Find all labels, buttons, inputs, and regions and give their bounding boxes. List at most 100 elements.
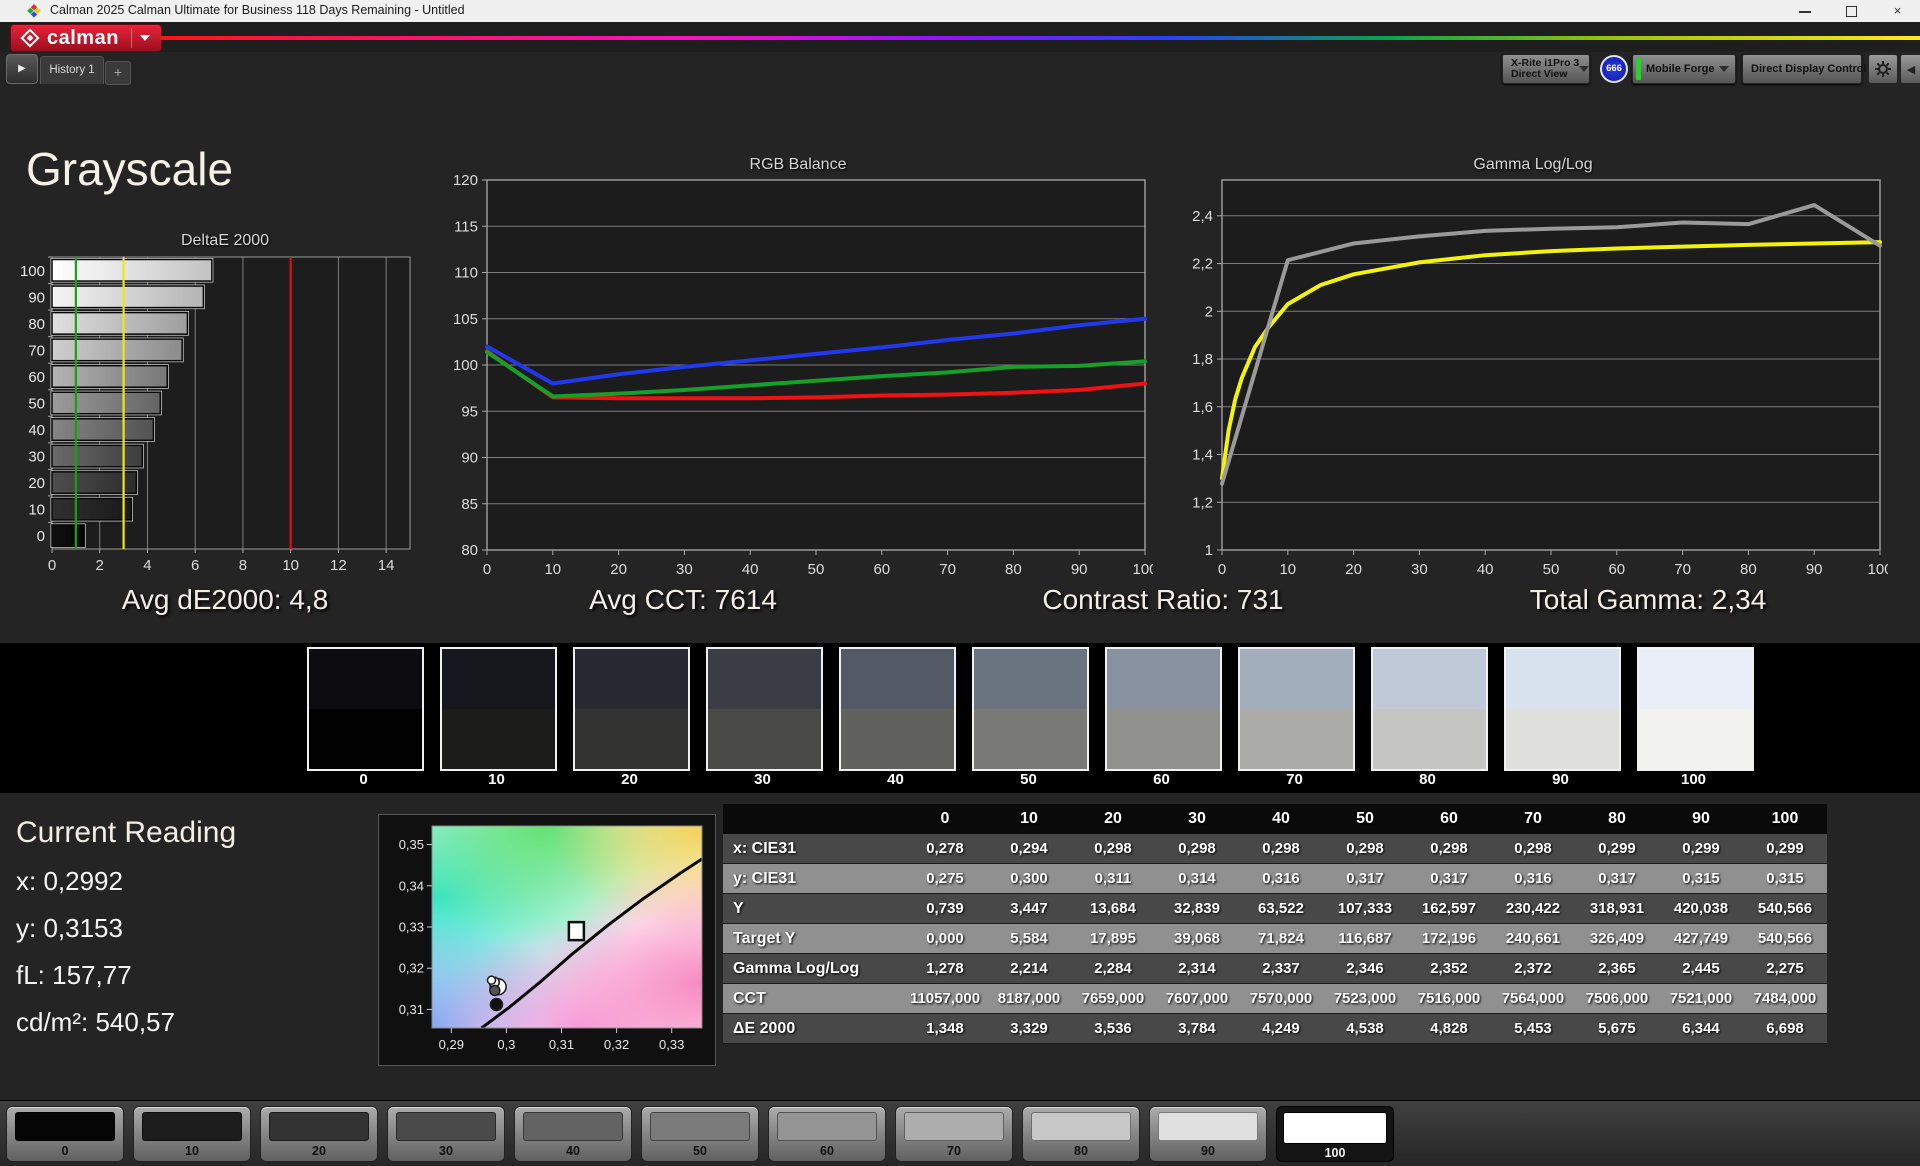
table-header-100: 100 [1743,804,1827,834]
svg-text:100: 100 [1867,561,1888,578]
svg-text:8: 8 [239,557,247,574]
actual-swatch-40 [841,649,954,709]
svg-text:0: 0 [483,561,491,578]
level-button-70[interactable]: 70 [895,1106,1013,1162]
level-button-60[interactable]: 60 [768,1106,886,1162]
deltae-bar-70 [51,338,183,362]
source-dropdown[interactable]: Mobile Forge [1632,54,1736,84]
collapse-toolbar-button[interactable]: ◀ [1900,54,1920,84]
table-cell: 0,315 [1659,864,1743,894]
table-row-label: ΔE 2000 [723,1014,903,1044]
table-cell: 0,298 [1155,834,1239,864]
swatch-level-label: 30 [754,771,771,788]
level-button-90[interactable]: 90 [1149,1106,1267,1162]
svg-text:10: 10 [282,557,299,574]
calman-logo-text: calman [47,26,119,49]
svg-text:70: 70 [28,342,45,359]
table-cell: 0,298 [1239,834,1323,864]
tab-history[interactable]: History 1 [40,56,104,84]
rgb-balance-line-chart: 80 85 90 95 100 105 110 115 120 0 10 20 30 40 50 60 70 80… [453,172,1153,578]
display-control-name: Direct Display Control [1751,63,1867,75]
calman-menu-button[interactable]: calman [10,24,162,52]
swatch-level-label: 50 [1020,771,1037,788]
level-button-20[interactable]: 20 [260,1106,378,1162]
svg-text:80: 80 [1740,561,1757,578]
svg-text:100: 100 [20,263,45,280]
contrast-ratio-stat: Contrast Ratio: 731 [1042,584,1284,615]
actual-swatch-50 [974,649,1087,709]
svg-text:2: 2 [1205,303,1213,320]
meter-dropdown[interactable]: X-Rite i1Pro 3 Direct View [1502,54,1590,84]
svg-text:0,31: 0,31 [399,1002,424,1017]
swatch-cell-10 [440,647,557,771]
table-cell: 0,299 [1743,834,1827,864]
svg-text:1: 1 [1205,542,1213,559]
svg-text:1,6: 1,6 [1192,399,1213,416]
source-status-indicator [1636,58,1641,80]
table-cell: 326,409 [1575,924,1659,954]
table-cell: 39,068 [1155,924,1239,954]
level-button-80[interactable]: 80 [1022,1106,1140,1162]
table-cell: 107,333 [1323,894,1407,924]
table-header-0: 0 [903,804,987,834]
minimize-button[interactable] [1783,0,1828,22]
actual-swatch-0 [309,649,422,709]
table-cell: 7516,000 [1407,984,1491,1014]
history-panel-arrow-button[interactable]: ▶ [6,54,38,84]
svg-text:20: 20 [28,475,45,492]
level-swatch [1158,1112,1258,1141]
svg-text:60: 60 [28,369,45,386]
table-cell: 71,824 [1239,924,1323,954]
table-cell: 5,453 [1491,1014,1575,1044]
cie-chromaticity-chart: 0,29 0,3 0,31 0,32 0,33 0,31 0,32 0,33 0,34 0,35 [399,825,703,1052]
svg-text:40: 40 [1477,561,1494,578]
table-cell: 116,687 [1323,924,1407,954]
table-cell: 11057,000 [903,984,987,1014]
add-tab-button[interactable]: + [105,61,131,85]
svg-text:14: 14 [378,557,395,574]
svg-text:0: 0 [48,557,56,574]
level-button-100[interactable]: 100 [1276,1106,1394,1162]
table-cell: 13,684 [1071,894,1155,924]
svg-text:40: 40 [28,422,45,439]
target-swatch-40 [841,709,954,769]
level-button-50[interactable]: 50 [641,1106,759,1162]
swatch-level-label: 100 [1680,771,1707,788]
level-button-30[interactable]: 30 [387,1106,505,1162]
swatch-cell-100 [1637,647,1754,771]
meter-badge-button[interactable]: 666 [1600,55,1628,83]
svg-text:1,4: 1,4 [1192,447,1213,464]
table-cell: 2,214 [987,954,1071,984]
level-button-10[interactable]: 10 [133,1106,251,1162]
swatch-level-label: 60 [1153,771,1170,788]
level-swatch [1031,1112,1131,1141]
level-swatch [904,1112,1004,1141]
level-button-0[interactable]: 0 [6,1106,124,1162]
table-header-40: 40 [1239,804,1323,834]
close-button[interactable]: × [1875,0,1920,22]
svg-text:0,32: 0,32 [399,961,424,976]
settings-button[interactable] [1868,54,1898,84]
level-swatch [523,1112,623,1141]
maximize-button[interactable] [1829,0,1874,22]
svg-text:100: 100 [1132,561,1153,578]
level-button-40[interactable]: 40 [514,1106,632,1162]
swatch-level-label: 70 [1286,771,1303,788]
swatch-level-label: 20 [621,771,638,788]
svg-text:50: 50 [808,561,825,578]
table-header-50: 50 [1323,804,1407,834]
svg-text:12: 12 [330,557,347,574]
table-cell: 172,196 [1407,924,1491,954]
table-cell: 32,839 [1155,894,1239,924]
table-cell: 0,299 [1659,834,1743,864]
svg-text:85: 85 [461,496,478,513]
avg-de2000-stat: Avg dE2000: 4,8 [121,584,329,615]
calman-menu-chevron-icon [139,35,150,41]
display-control-dropdown[interactable]: Direct Display Control [1742,54,1877,84]
table-cell: 7506,000 [1575,984,1659,1014]
table-cell: 0,298 [1323,834,1407,864]
current-reading-cdm2: cd/m²: 540,57 [16,1007,175,1037]
app-icon [27,4,41,18]
actual-swatch-30 [708,649,821,709]
svg-text:90: 90 [461,450,478,467]
